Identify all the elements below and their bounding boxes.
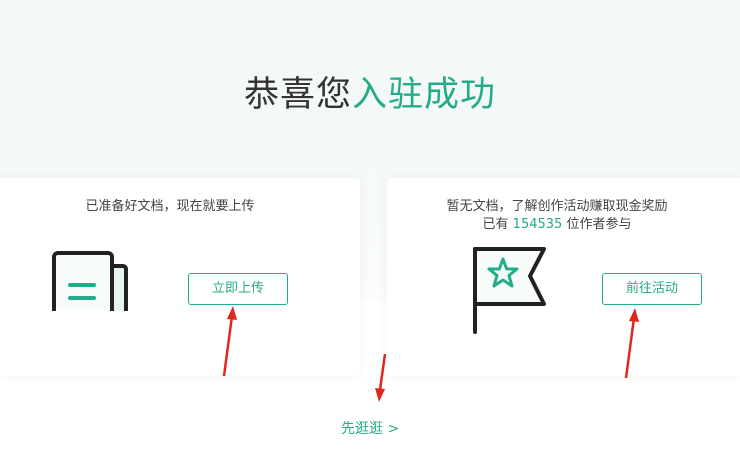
page-title: 恭喜您入驻成功	[0, 66, 740, 117]
upload-card-text: 已准备好文档，现在就要上传	[85, 199, 255, 214]
upload-now-button[interactable]: 立即上传	[188, 273, 288, 305]
document-icon	[52, 251, 128, 311]
title-accent: 入驻成功	[352, 75, 497, 115]
annotation-arrow-activity	[624, 308, 639, 379]
activity-line2: 已有 154535 位作者参与	[482, 217, 632, 232]
browse-first-link[interactable]: 先逛逛 >	[341, 418, 399, 438]
activity-card: 暂无文档，了解创作活动赚取现金奖励 已有 154535 位作者参与 前往活动	[387, 178, 740, 379]
participant-count: 154535	[512, 217, 563, 232]
go-to-activity-button[interactable]: 前往活动	[602, 273, 702, 305]
title-prefix: 恭喜您	[243, 75, 352, 115]
activity-card-text: 暂无文档，了解创作活动赚取现金奖励 已有 154535 位作者参与	[387, 198, 727, 234]
upload-card: 已准备好文档，现在就要上传 立即上传	[0, 178, 360, 377]
annotation-arrow-upload	[222, 306, 237, 377]
flag-star-icon	[473, 247, 546, 334]
activity-line1: 暂无文档，了解创作活动赚取现金奖励	[446, 199, 668, 214]
annotation-arrow-skip	[375, 353, 387, 402]
